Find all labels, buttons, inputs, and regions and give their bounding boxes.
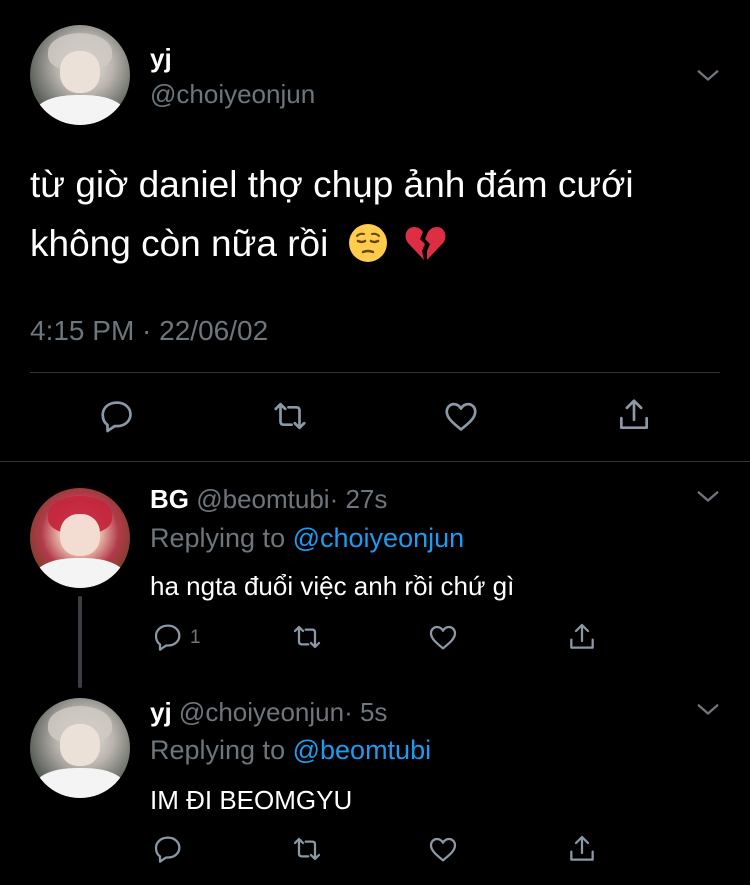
tweet-text: không còn nữa rồi: [30, 223, 329, 264]
divider: [0, 461, 750, 462]
replying-to-label: Replying to: [150, 523, 286, 553]
share-icon[interactable]: [566, 832, 598, 866]
replying-to: Replying to @choiyeonjun: [150, 523, 464, 554]
reply-time[interactable]: · 5s: [344, 697, 387, 727]
avatar[interactable]: [30, 25, 130, 125]
reply-icon[interactable]: [152, 833, 184, 865]
author-handle[interactable]: @beomtubi: [196, 484, 329, 514]
thread-line: [78, 596, 82, 688]
tweet-timestamp[interactable]: 4:15 PM · 22/06/02: [30, 315, 268, 347]
like-icon[interactable]: [442, 397, 480, 435]
author-name[interactable]: yj: [150, 697, 172, 727]
share-icon[interactable]: [566, 620, 598, 654]
author-handle[interactable]: @choiyeonjun: [150, 79, 315, 110]
reply-count: 1: [190, 627, 201, 648]
reply-header: BG @beomtubi· 27s: [150, 484, 387, 515]
broken-heart-icon: [403, 222, 447, 273]
replying-to-handle[interactable]: @beomtubi: [293, 735, 431, 765]
reply-icon[interactable]: [152, 621, 184, 653]
like-icon[interactable]: [427, 621, 459, 653]
reply-text: IM ĐI BEOMGYU: [150, 785, 353, 815]
reply-time[interactable]: · 27s: [330, 484, 388, 514]
chevron-down-icon[interactable]: [694, 696, 722, 724]
author-name[interactable]: BG: [150, 484, 189, 514]
reply-header: yj @choiyeonjun· 5s: [150, 697, 387, 728]
avatar[interactable]: [30, 698, 130, 798]
retweet-icon[interactable]: [290, 621, 324, 653]
tweet-text-line-1: từ giờ daniel thợ chụp ảnh đám cưới: [30, 164, 634, 205]
reply-icon[interactable]: [98, 397, 136, 435]
share-icon[interactable]: [615, 395, 653, 435]
avatar[interactable]: [30, 488, 130, 588]
author-handle[interactable]: @choiyeonjun: [179, 697, 344, 727]
replying-to-handle[interactable]: @choiyeonjun: [293, 523, 465, 553]
author-name[interactable]: yj: [150, 43, 172, 74]
replying-to: Replying to @beomtubi: [150, 735, 431, 766]
divider: [30, 372, 720, 373]
reply-text: ha ngta đuổi việc anh rồi chứ gì: [150, 571, 515, 601]
pensive-face-icon: [347, 222, 389, 273]
retweet-icon[interactable]: [290, 833, 324, 865]
tweet-text-line-2: không còn nữa rồi: [30, 222, 447, 273]
chevron-down-icon[interactable]: [694, 62, 722, 90]
chevron-down-icon[interactable]: [694, 483, 722, 511]
replying-to-label: Replying to: [150, 735, 286, 765]
retweet-icon[interactable]: [270, 397, 310, 435]
like-icon[interactable]: [427, 833, 459, 865]
